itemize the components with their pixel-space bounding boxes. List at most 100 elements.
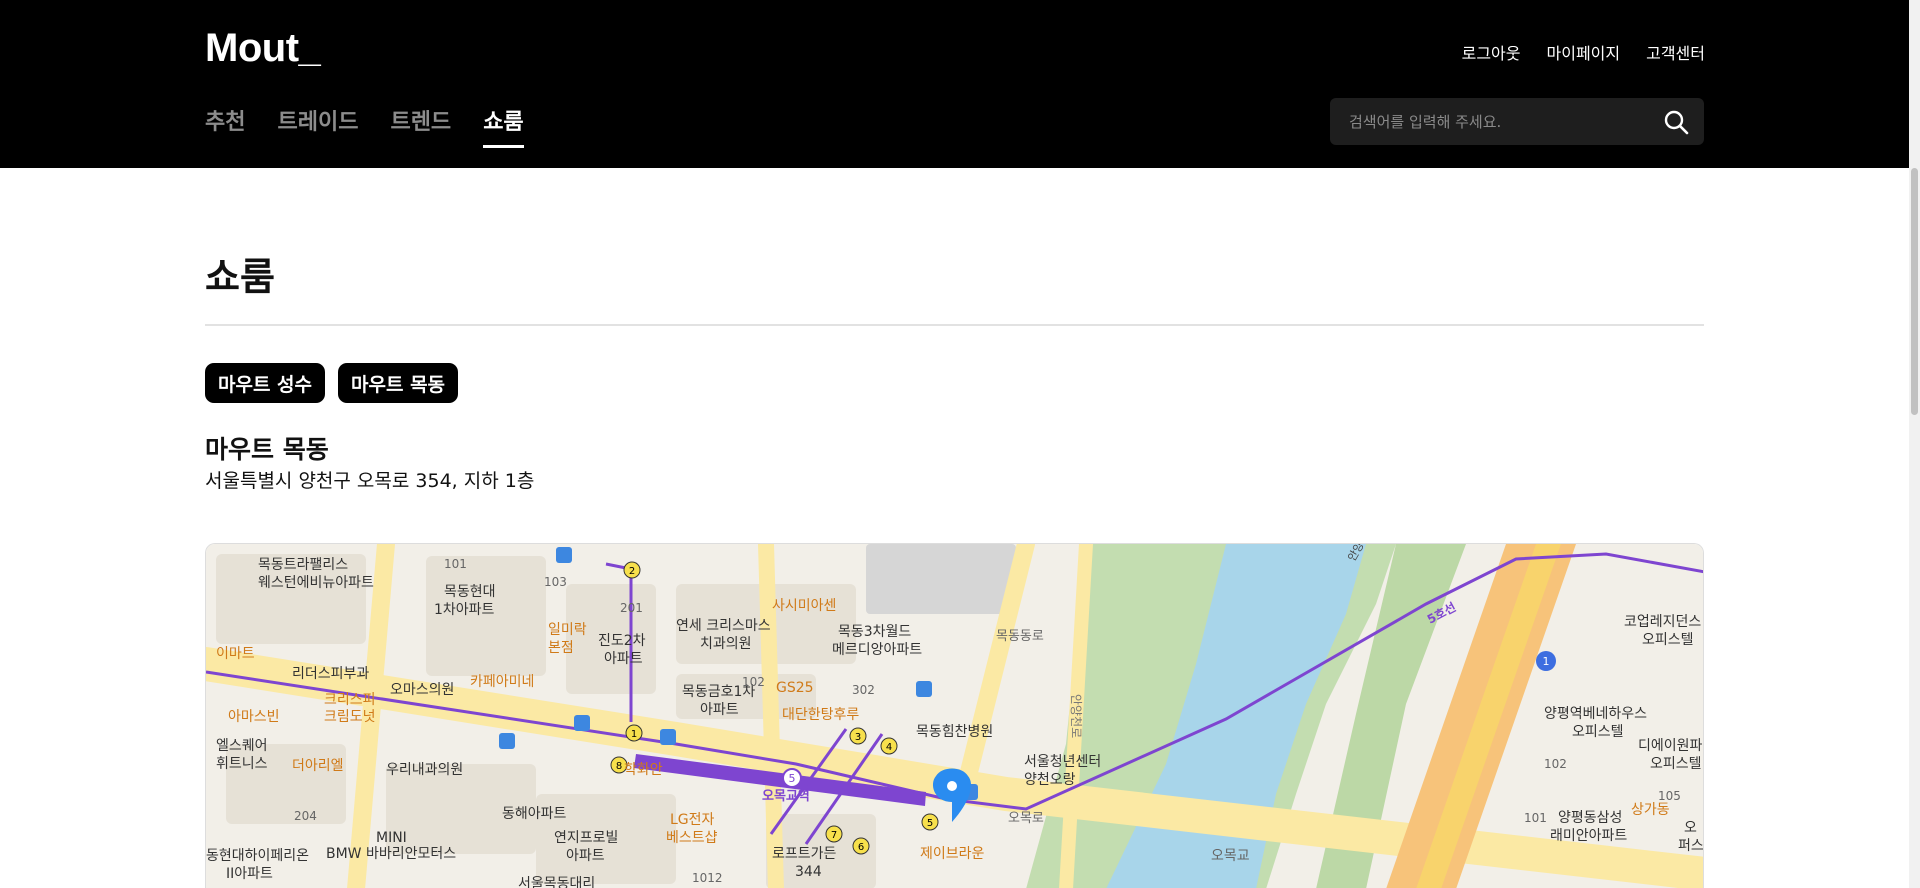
- label-lg1: LG전자: [670, 812, 715, 828]
- label-hanuhan: 대단한탕후루: [782, 707, 859, 723]
- store-address: 서울특별시 양천구 오목로 354, 지하 1층: [205, 470, 535, 492]
- label-donghyun2: II아파트: [226, 866, 273, 882]
- label-o-right2: 퍼스: [1678, 838, 1704, 854]
- label-amasbin: 아마스빈: [228, 709, 280, 725]
- label-seoulmok: 서울목동대리: [518, 876, 595, 888]
- label-num302: 302: [852, 683, 875, 697]
- store-name: 마우트 목동: [205, 435, 329, 464]
- label-sanggadong: 상가동: [1631, 802, 1670, 818]
- label-emart: 이마트: [216, 646, 255, 662]
- tab-trend[interactable]: 트렌드: [390, 104, 451, 148]
- label-anyangcheon: 안양천로: [1069, 694, 1084, 738]
- label-coupe1: 코업레지던스: [1624, 614, 1701, 630]
- line-5-badge: 5: [789, 772, 796, 785]
- search-input[interactable]: [1349, 112, 1662, 131]
- label-omas: 오마스의원: [390, 682, 454, 698]
- label-donghyun1: 동현대하이페리온: [206, 848, 309, 864]
- label-leaders: 리더스피부과: [292, 666, 369, 682]
- label-mini: MINI: [376, 830, 407, 846]
- label-yangpyeong1: 양평역베네하우스: [1544, 706, 1647, 722]
- label-num204: 204: [294, 809, 317, 823]
- label-diaone2: 오피스텔: [1650, 756, 1702, 772]
- search-icon[interactable]: [1662, 108, 1690, 136]
- label-apt1: 목동트라팰리스: [258, 557, 348, 573]
- label-num101b: 101: [1524, 811, 1547, 825]
- map-parking: [866, 544, 1016, 614]
- exit-4: 4: [886, 742, 892, 753]
- label-cafeamire: 카페아미네: [470, 674, 534, 690]
- label-jeiburaun: 제이브라운: [920, 846, 985, 862]
- label-dental1: 연세 크리스마스: [676, 618, 771, 634]
- label-lotte2: 344: [795, 864, 822, 880]
- page-scrollbar[interactable]: [1909, 0, 1920, 888]
- label-donghae: 동해아파트: [502, 806, 567, 822]
- label-lotte1: 로프트가든: [772, 846, 837, 862]
- main-nav: 추천 트레이드 트렌드 쇼룸: [205, 104, 525, 148]
- tab-recommend[interactable]: 추천: [205, 104, 245, 148]
- exit-7: 7: [831, 830, 837, 841]
- label-mokdongdongro: 목동동로: [996, 629, 1044, 644]
- label-dental2: 치과의원: [700, 636, 752, 652]
- label-samsung1: 양평동삼성: [1558, 810, 1622, 826]
- store-button-seongsu[interactable]: 마우트 성수: [205, 363, 326, 403]
- label-world2: 메르디앙아파트: [832, 642, 922, 658]
- label-omokgyo-station: 오목교역: [762, 788, 810, 804]
- label-omokro: 오목로: [1008, 811, 1044, 826]
- label-elsquare1: 엘스퀘어: [216, 738, 268, 754]
- label-num101: 101: [444, 557, 467, 571]
- label-jindo1: 진도2차: [598, 633, 646, 649]
- label-diaone1: 디에이원파: [1638, 738, 1703, 754]
- label-sashimi: 사시미아센: [772, 598, 836, 614]
- label-apt1b: 웨스턴에비뉴아파트: [258, 575, 374, 591]
- label-jindo2: 아파트: [604, 651, 643, 667]
- label-num1012: 1012: [692, 871, 723, 885]
- label-num102: 102: [742, 675, 765, 689]
- line-1-badge: 1: [1543, 655, 1550, 668]
- label-geumho2: 아파트: [700, 702, 739, 718]
- search-bar: [1330, 98, 1704, 145]
- label-world1: 목동3차월드: [838, 624, 911, 640]
- scrollbar-thumb[interactable]: [1911, 168, 1918, 415]
- mypage-link[interactable]: 마이페이지: [1547, 40, 1621, 64]
- site-logo[interactable]: Mout_: [205, 26, 321, 71]
- customer-center-link[interactable]: 고객센터: [1646, 40, 1705, 64]
- label-elsquare2: 휘트니스: [216, 756, 268, 772]
- site-header: Mout_ 로그아웃 마이페이지 고객센터 추천 트레이드 트렌드 쇼룸: [0, 0, 1909, 168]
- page-title: 쇼룸: [205, 255, 275, 299]
- label-num201: 201: [620, 601, 643, 615]
- logout-link[interactable]: 로그아웃: [1462, 40, 1521, 64]
- label-ilmirak1: 일미락: [548, 622, 587, 638]
- label-gs25: GS25: [776, 680, 814, 696]
- label-hyundai1: 목동현대: [444, 584, 496, 600]
- label-yeonji1: 연지프로빌: [554, 830, 618, 846]
- exit-3: 3: [855, 732, 861, 743]
- label-num105: 105: [1658, 789, 1681, 803]
- store-button-mokdong[interactable]: 마우트 목동: [338, 363, 459, 403]
- label-samsung2: 래미안아파트: [1550, 828, 1627, 844]
- label-krispy1: 크리스피: [324, 692, 376, 708]
- exit-2: 2: [629, 566, 635, 577]
- label-yangpyeong2: 오피스텔: [1572, 724, 1624, 740]
- store-selector: 마우트 성수 마우트 목동: [205, 363, 459, 403]
- label-omokgyo: 오목교: [1211, 848, 1250, 864]
- label-himchan: 목동힘찬병원: [916, 724, 993, 740]
- exit-5: 5: [927, 818, 933, 829]
- tab-trade[interactable]: 트레이드: [277, 104, 358, 148]
- label-lg2: 베스트샵: [666, 830, 718, 846]
- label-coupe2: 오피스텔: [1642, 632, 1694, 648]
- label-num102b: 102: [1544, 757, 1567, 771]
- label-youth2: 양천오랑: [1024, 772, 1076, 788]
- label-o-right: 오: [1684, 820, 1697, 836]
- tab-showroom[interactable]: 쇼룸: [483, 104, 525, 148]
- label-yeonji2: 아파트: [566, 848, 605, 864]
- label-thearie: 더아리엘: [292, 758, 344, 774]
- label-woori: 우리내과의원: [386, 762, 463, 778]
- label-krispy2: 크림도넛: [324, 709, 376, 725]
- title-divider: [205, 324, 1704, 326]
- label-hyundai2: 1차아파트: [434, 602, 495, 618]
- label-bmw: BMW 바바리안모터스: [326, 846, 456, 862]
- exit-8: 8: [616, 761, 622, 772]
- exit-6: 6: [858, 842, 864, 853]
- store-map[interactable]: 2 1 8 4 3 5 6 7 5 1 목동트라팰리스 웨스턴에비뉴아파트 목동…: [205, 543, 1704, 888]
- label-num103: 103: [544, 575, 567, 589]
